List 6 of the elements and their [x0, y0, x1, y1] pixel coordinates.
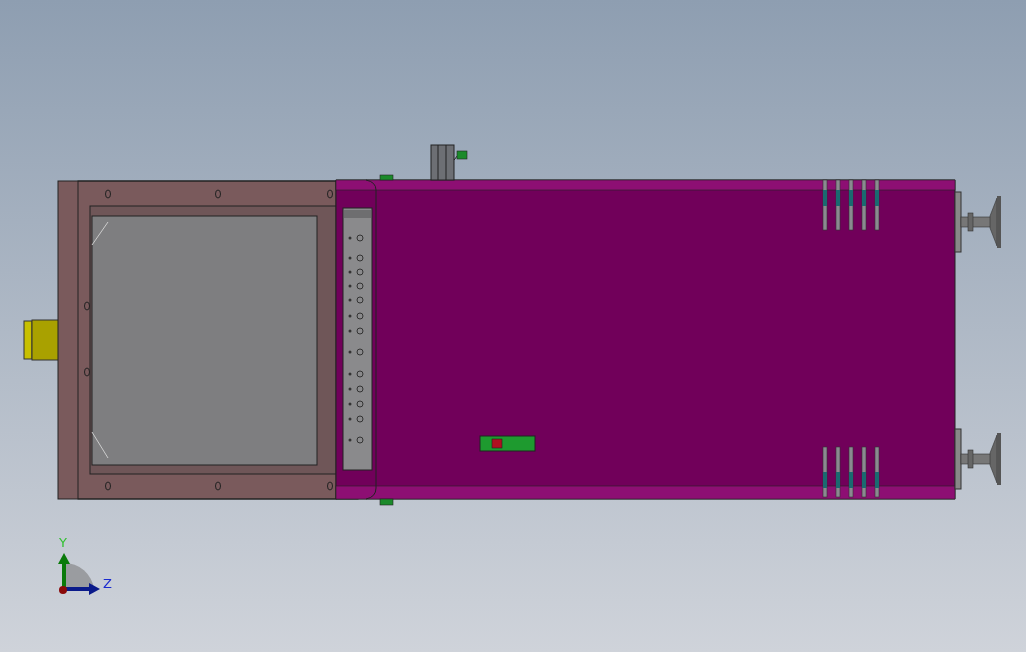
z-axis-label: Z [103, 576, 112, 591]
y-axis-arrow [58, 553, 70, 589]
triad-quadrant-drawing [64, 563, 94, 589]
y-axis-label: Y [59, 535, 67, 550]
z-axis-arrow [64, 583, 100, 595]
origin-dot-icon [59, 586, 67, 594]
